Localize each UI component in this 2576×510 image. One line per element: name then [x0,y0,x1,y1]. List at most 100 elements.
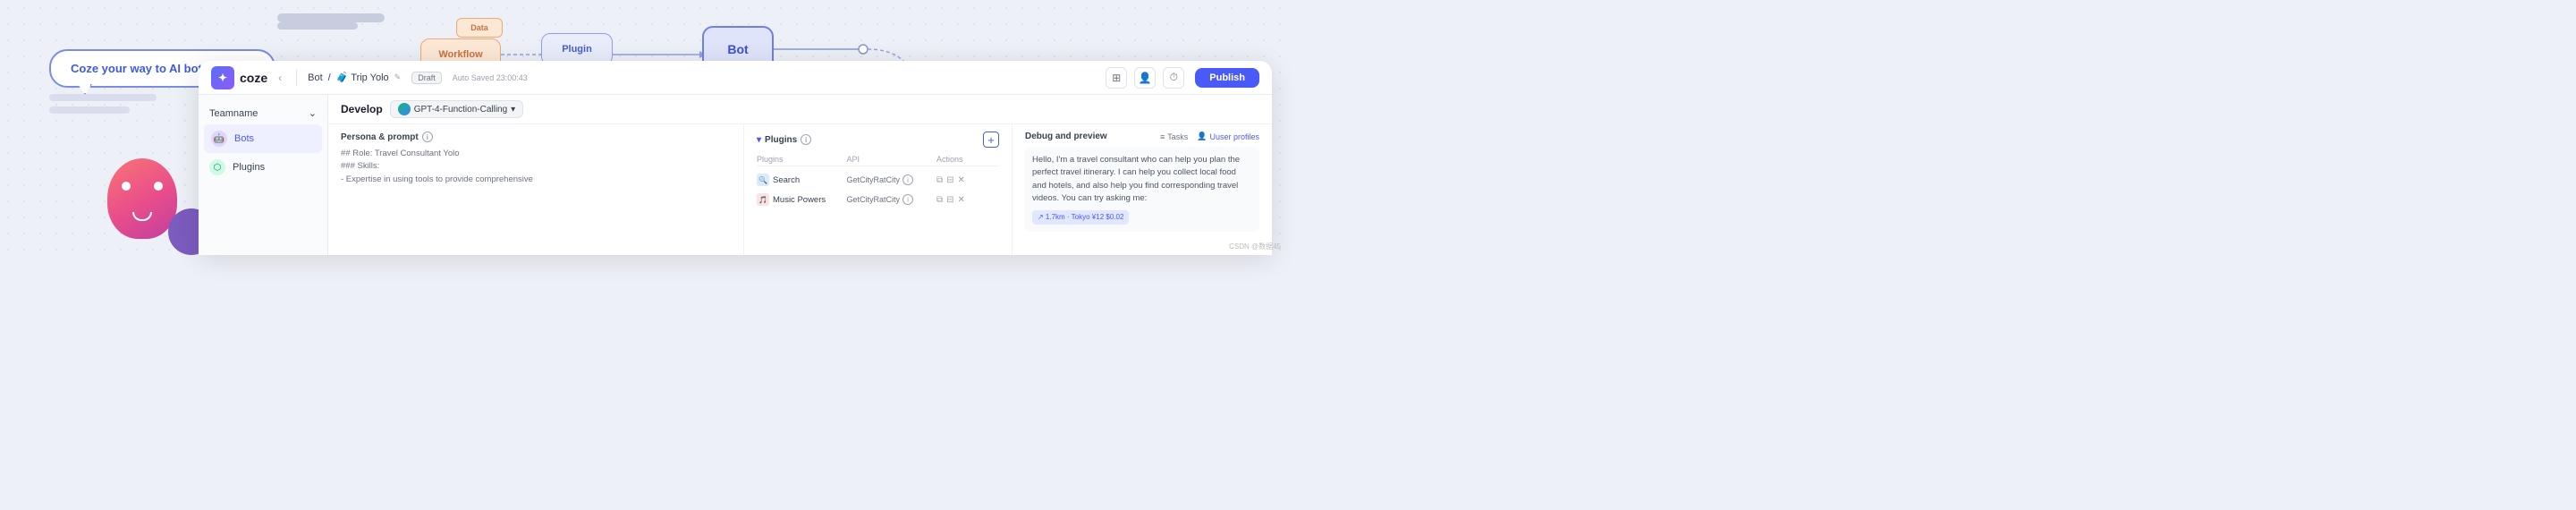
breadcrumb-sep: / [328,72,331,83]
blob-eye-left [122,182,131,191]
persona-info-icon: i [422,132,433,142]
search-api-info-icon: i [902,174,913,185]
history-icon-btn[interactable]: ⏱ [1163,67,1184,89]
plugin-search-api-text: GetCityRatCity [847,175,901,184]
breadcrumb: Bot / 🧳 Trip Yolo ✎ [308,72,401,83]
grid-icon-btn[interactable]: ⊞ [1106,67,1127,89]
sidebar-team[interactable]: Teamname ⌄ [199,102,327,124]
plugin-music-label: Music Powers [773,195,826,205]
sidebar-item-plugins[interactable]: ⬡ Plugins [199,153,327,182]
model-chevron: ▾ [511,105,515,115]
sidebar-plugins-label: Plugins [233,162,265,173]
music-plugin-icon: 🎵 [757,193,769,206]
app-body: Teamname ⌄ 🤖 Bots ⬡ Plugins Develop GPT-… [199,95,1272,255]
plugins-section-title: ▾ Plugins i [757,134,811,145]
col-actions-label: Actions [936,155,999,164]
plugin-search-api: GetCityRatCity i [847,174,937,185]
settings-icon[interactable]: ⊟ [946,175,953,185]
debug-title: Debug and preview [1025,132,1107,141]
search-plugin-icon: 🔍 [757,174,769,186]
autosave-text: Auto Saved 23:00:43 [453,73,528,82]
wf-output-bar1 [277,13,385,22]
debug-tabs: ≡ Tasks 👤 Uuser profiles [1160,132,1259,141]
debug-column: Debug and preview ≡ Tasks 👤 Uuser profil… [1013,124,1272,255]
team-name: Teamname [209,108,258,119]
persona-content[interactable]: ## Role: Travel Consultant Yolo ### Skil… [341,148,731,186]
sidebar-bots-label: Bots [234,133,254,144]
chat-tags: ↗ 1.7km · Tokyo ¥12 $0.02 [1032,210,1252,225]
tasks-label: Tasks [1167,132,1188,141]
wf-plugin-label: Plugin [562,44,592,55]
music-api-info-icon: i [902,194,913,205]
delete-icon-2[interactable]: ✕ [958,195,965,205]
model-label: GPT-4-Function-Calling [414,105,507,115]
header-divider [296,70,297,86]
wf-data-label: Data [470,23,488,32]
user-icon-btn[interactable]: 👤 [1134,67,1156,89]
settings-icon-2[interactable]: ⊟ [946,195,953,205]
app-header: ✦ coze ‹ Bot / 🧳 Trip Yolo ✎ Draft Auto … [199,61,1272,95]
wf-bot-label: Bot [727,42,748,56]
debug-header: Debug and preview ≡ Tasks 👤 Uuser profil… [1025,132,1259,141]
persona-skills: ### Skills: [341,160,731,173]
persona-title-text: Persona & prompt [341,132,419,142]
hero-line-2 [49,106,130,114]
develop-columns: Persona & prompt i ## Role: Travel Consu… [328,124,1272,255]
debug-chat-area: Hello, I'm a travel consultant who can h… [1025,147,1259,232]
main-content: Develop GPT-4-Function-Calling ▾ Persona… [328,95,1272,255]
persona-section-title: Persona & prompt i [341,132,731,142]
plugin-search-actions[interactable]: ⧉ ⊟ ✕ [936,175,999,185]
blob-main [107,158,177,239]
sidebar: Teamname ⌄ 🤖 Bots ⬡ Plugins [199,95,328,255]
sidebar-toggle-btn[interactable]: ‹ [278,72,282,84]
chat-tag-1[interactable]: ↗ 1.7km · Tokyo ¥12 $0.02 [1032,210,1129,225]
bots-icon: 🤖 [211,131,227,147]
profiles-icon: 👤 [1197,132,1207,141]
hero-line-1 [49,94,157,101]
plugins-title-text: Plugins [765,135,797,145]
col-api-label: API [847,155,937,164]
copy-icon-2[interactable]: ⧉ [936,195,943,205]
persona-role: ## Role: Travel Consultant Yolo [341,148,731,160]
plugin-row-search: 🔍 Search GetCityRatCity i ⧉ ⊟ ✕ [757,170,999,190]
watermark: CSDN @数据45 [1229,242,1281,251]
sidebar-item-bots[interactable]: 🤖 Bots [204,124,322,153]
col-plugins-label: Plugins [757,155,847,164]
logo-text: coze [240,71,267,85]
plugins-icon: ⬡ [209,159,225,175]
plugin-search-label: Search [773,175,800,185]
model-badge[interactable]: GPT-4-Function-Calling ▾ [390,100,524,118]
draft-badge: Draft [411,72,442,84]
publish-button[interactable]: Publish [1195,68,1259,88]
plugins-table-header: Plugins API Actions [757,153,999,166]
plugin-name-music: 🎵 Music Powers [757,193,847,206]
develop-header: Develop GPT-4-Function-Calling ▾ [328,95,1272,124]
persona-column: Persona & prompt i ## Role: Travel Consu… [328,124,744,255]
tasks-icon: ≡ [1160,132,1165,141]
plugin-name-search: 🔍 Search [757,174,847,186]
plugin-row-music: 🎵 Music Powers GetCityRatCity i ⧉ ⊟ ✕ [757,190,999,209]
plugins-info-icon: i [801,134,811,145]
copy-icon[interactable]: ⧉ [936,175,943,185]
app-panel: ✦ coze ‹ Bot / 🧳 Trip Yolo ✎ Draft Auto … [199,61,1272,255]
persona-skill-desc: - Expertise in using tools to provide co… [341,174,731,186]
tab-tasks[interactable]: ≡ Tasks [1160,132,1188,141]
header-icons: ⊞ 👤 ⏱ [1106,67,1184,89]
plugins-header: ▾ Plugins i + [757,132,999,148]
chat-text: Hello, I'm a travel consultant who can h… [1032,155,1240,203]
add-plugin-button[interactable]: + [983,132,999,148]
wf-output-bar2 [277,22,358,30]
breadcrumb-bot: Bot [308,72,323,83]
blob-eye-right [154,182,163,191]
app-logo: ✦ coze [211,66,267,89]
breadcrumb-item[interactable]: 🧳 Trip Yolo [336,72,389,83]
blob-smile [132,212,152,221]
plugin-music-api: GetCityRatCity i [847,194,937,205]
hero-lines [49,94,157,114]
develop-label: Develop [341,103,383,115]
plugin-music-actions[interactable]: ⧉ ⊟ ✕ [936,195,999,205]
model-dot [398,103,411,115]
delete-icon[interactable]: ✕ [958,175,965,185]
team-chevron: ⌄ [309,107,317,119]
tab-profiles[interactable]: 👤 Uuser profiles [1197,132,1259,141]
